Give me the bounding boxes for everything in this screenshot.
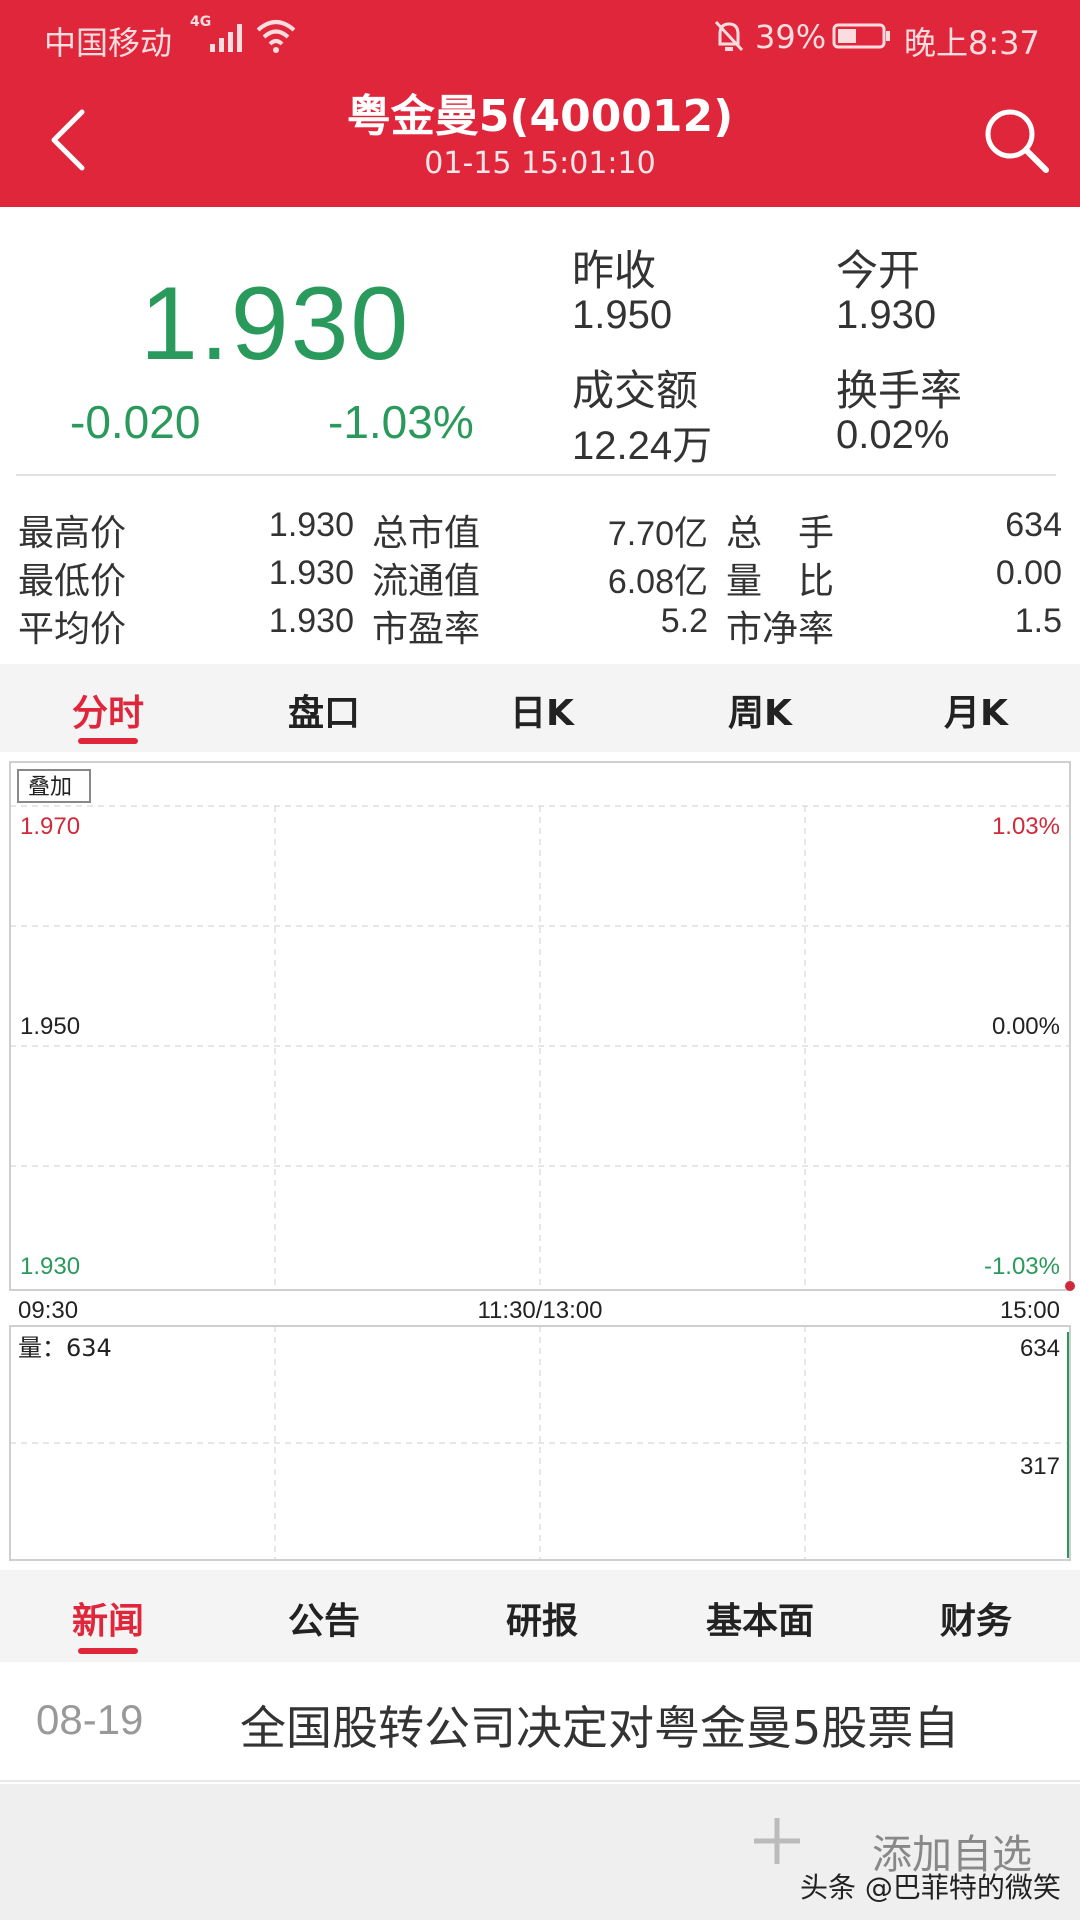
watermark: 头条 @巴菲特的微笑 <box>800 1871 1061 1904</box>
stat-value: 6.08亿 <box>607 563 708 601</box>
tab-research[interactable]: 研报 <box>462 1592 622 1644</box>
tab-fundamentals[interactable]: 基本面 <box>680 1592 840 1644</box>
stat-value: 1.5 <box>1014 602 1062 640</box>
news-date: 08-19 <box>36 1696 144 1743</box>
price-change-percent: -1.03% <box>328 396 474 448</box>
turnover-value: 12.24万 <box>572 424 713 468</box>
stat-label: 流通值 <box>372 561 481 602</box>
wifi-icon <box>256 20 296 53</box>
stat-value: 1.930 <box>268 506 354 544</box>
stat-label: 最高价 <box>18 513 127 554</box>
stat-value: 1.930 <box>268 602 354 640</box>
overlay-button[interactable]: 叠加 <box>28 775 72 800</box>
mute-bell-icon <box>714 20 744 52</box>
tab-monthly-k[interactable]: 月K <box>896 684 1056 736</box>
turnover-rate-label: 换手率 <box>836 366 963 415</box>
volume-tick-label: 317 <box>1020 1453 1060 1480</box>
stat-label: 市盈率 <box>372 609 481 650</box>
quote-panel: 1.930 -0.020 -1.03% 昨收 1.950 今开 1.930 成交… <box>0 207 1080 475</box>
app-header: 中国移动 4G 39% 晚上8:37 粤金曼5(400012) 01-15 15… <box>0 0 1080 207</box>
quote-timestamp: 01-15 15:01:10 <box>424 146 656 181</box>
page-title: 粤金曼5(400012) <box>346 91 734 142</box>
prev-close-label: 昨收 <box>572 246 657 295</box>
chart-canvas: 叠加 1.970 1.950 1.930 1.03% 0.00% -1.03% … <box>9 761 1075 1561</box>
x-tick-label: 09:30 <box>18 1297 78 1324</box>
stat-value: 634 <box>1005 506 1062 544</box>
tab-order-book[interactable]: 盘口 <box>244 684 404 736</box>
news-tabs: 新闻 公告 研报 基本面 财务 <box>0 1570 1080 1662</box>
divider <box>16 474 1056 476</box>
x-tick-label: 11:30/13:00 <box>477 1297 602 1324</box>
turnover-label: 成交额 <box>572 366 699 415</box>
news-title: 全国股转公司决定对粤金曼5股票自 <box>240 1701 960 1755</box>
current-price: 1.930 <box>140 266 411 382</box>
tab-announcements[interactable]: 公告 <box>244 1592 404 1644</box>
y-tick-label: 1.930 <box>20 1253 80 1280</box>
tab-daily-k[interactable]: 日K <box>462 684 622 736</box>
stat-label: 总市值 <box>372 513 481 554</box>
volume-bar <box>1067 1332 1069 1558</box>
active-tab-indicator <box>78 738 138 744</box>
tab-news[interactable]: 新闻 <box>28 1592 188 1644</box>
tab-intraday[interactable]: 分时 <box>28 684 188 736</box>
stat-label: 总 手 <box>726 513 835 554</box>
price-change: -0.020 <box>70 396 201 448</box>
stat-label: 最低价 <box>18 561 127 602</box>
tab-financials[interactable]: 财务 <box>896 1592 1056 1644</box>
stat-label: 市净率 <box>726 609 835 650</box>
stat-value: 7.70亿 <box>607 515 708 553</box>
prev-close-value: 1.950 <box>572 293 673 337</box>
tab-weekly-k[interactable]: 周K <box>680 684 840 736</box>
status-bar: 中国移动 4G 39% 晚上8:37 <box>0 0 1080 72</box>
volume-label: 量：634 <box>18 1334 112 1362</box>
status-clock: 晚上8:37 <box>904 24 1040 62</box>
active-tab-indicator <box>78 1648 138 1654</box>
stats-grid: 最高价 1.930 总市值 7.70亿 总 手 634 最低价 1.930 流通… <box>0 490 1080 650</box>
stat-value: 5.2 <box>660 602 708 640</box>
turnover-rate-value: 0.02% <box>836 413 950 457</box>
search-button[interactable] <box>976 100 1056 180</box>
stat-value: 1.930 <box>268 554 354 592</box>
footer-bar: 添加自选 头条 @巴菲特的微笑 <box>0 1784 1080 1920</box>
x-tick-label: 15:00 <box>1000 1297 1060 1324</box>
last-price-point <box>1065 1281 1075 1291</box>
y-tick-label-right: 0.00% <box>992 1013 1060 1040</box>
stat-value: 0.00 <box>995 554 1062 592</box>
carrier-name: 中国移动 <box>44 24 173 62</box>
battery-icon <box>832 23 890 49</box>
news-list-item[interactable]: 08-19 全国股转公司决定对粤金曼5股票自 <box>0 1662 1080 1782</box>
y-tick-label: 1.950 <box>20 1013 80 1040</box>
stat-label: 平均价 <box>18 609 127 650</box>
stat-label: 量 比 <box>726 561 835 602</box>
chart-tabs: 分时 盘口 日K 周K 月K <box>0 664 1080 752</box>
volume-tick-label: 634 <box>1020 1335 1060 1362</box>
y-tick-label: 1.970 <box>20 813 80 840</box>
y-tick-label-right: 1.03% <box>992 813 1060 840</box>
plus-icon <box>754 1818 800 1864</box>
open-value: 1.930 <box>836 293 937 337</box>
open-label: 今开 <box>836 246 921 295</box>
battery-percent: 39% <box>755 18 827 56</box>
signal-icon <box>210 24 242 52</box>
intraday-chart[interactable]: 叠加 1.970 1.950 1.930 1.03% 0.00% -1.03% … <box>0 752 1080 1570</box>
y-tick-label-right: -1.03% <box>984 1253 1060 1280</box>
